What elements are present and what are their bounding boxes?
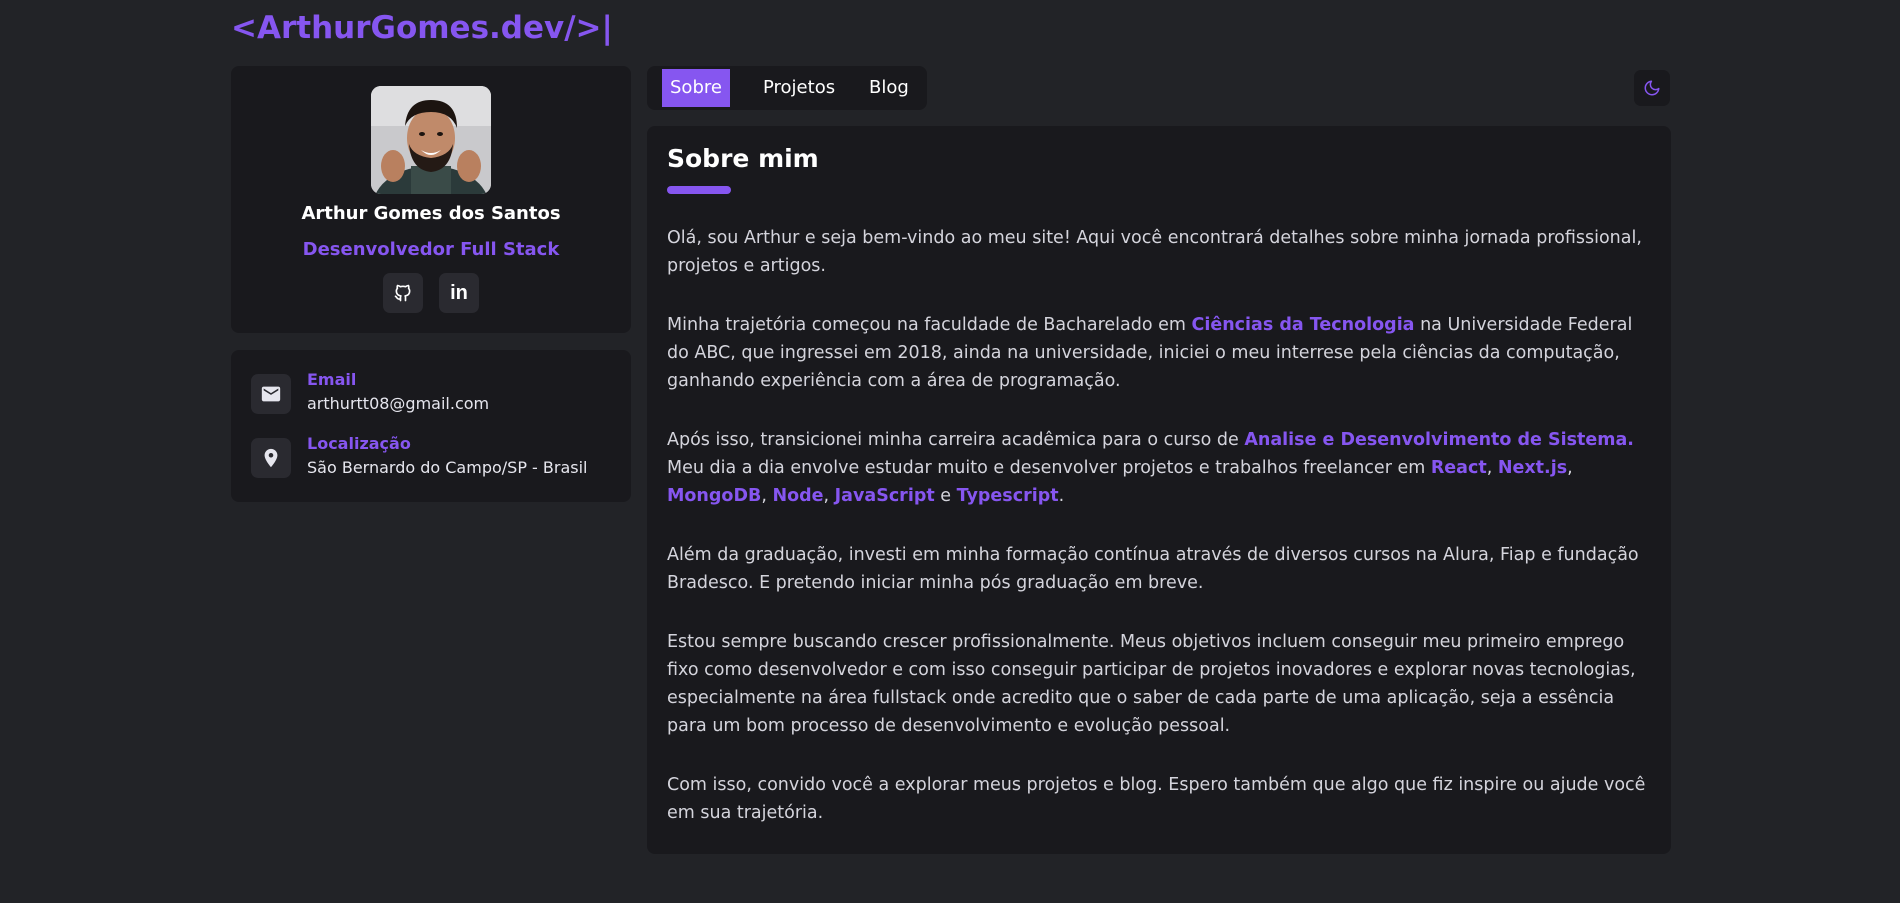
paragraph-goals: Estou sempre buscando crescer profission…	[667, 632, 1636, 736]
tech-nextjs: Next.js	[1497, 458, 1568, 478]
paragraph-career: Após isso, transicionei minha carreira a…	[667, 430, 1634, 506]
location-value: São Bernardo do Campo/SP - Brasil	[307, 458, 588, 477]
tech-react: React	[1430, 458, 1487, 478]
profile-card: Arthur Gomes dos Santos Desenvolvedor Fu…	[231, 66, 631, 333]
highlight-ciencias: Ciências da Tecnologia	[1191, 315, 1415, 335]
avatar-photo	[371, 86, 491, 194]
profile-role: Desenvolvedor Full Stack	[302, 239, 560, 260]
contact-card: Email arthurtt08@gmail.com Localização S…	[231, 350, 631, 502]
tech-node: Node	[772, 486, 824, 506]
tech-typescript: Typescript	[956, 486, 1059, 506]
paragraph-trajectory: Minha trajetória começou na faculdade de…	[667, 315, 1633, 391]
theme-toggle-button[interactable]	[1634, 70, 1670, 106]
title-underline	[667, 186, 731, 194]
linkedin-button[interactable]: in	[439, 273, 479, 313]
tab-projetos[interactable]: Projetos	[763, 69, 835, 107]
profile-name: Arthur Gomes dos Santos	[301, 203, 561, 224]
tab-sobre[interactable]: Sobre	[662, 69, 730, 107]
github-icon	[394, 284, 411, 302]
tech-mongodb: MongoDB	[667, 486, 762, 506]
linkedin-icon: in	[450, 281, 468, 304]
section-title: Sobre mim	[667, 144, 819, 173]
github-button[interactable]	[383, 273, 423, 313]
highlight-ads: Analise e Desenvolvimento de Sistema.	[1244, 430, 1634, 450]
paragraph-intro: Olá, sou Arthur e seja bem-vindo ao meu …	[667, 228, 1642, 276]
mail-icon	[251, 374, 291, 414]
moon-icon	[1644, 80, 1660, 96]
avatar	[371, 86, 491, 194]
location-pin-icon	[251, 438, 291, 478]
site-logo[interactable]: <ArthurGomes.dev/>|	[231, 8, 613, 48]
about-section: Sobre mim Olá, sou Arthur e seja bem-vin…	[647, 126, 1671, 854]
about-text: Olá, sou Arthur e seja bem-vindo ao meu …	[667, 224, 1657, 858]
paragraph-education: Além da graduação, investi em minha form…	[667, 545, 1639, 593]
location-label: Localização	[307, 434, 411, 453]
nav-tabs: Sobre Projetos Blog	[647, 66, 927, 110]
tab-blog[interactable]: Blog	[869, 69, 909, 107]
paragraph-closing: Com isso, convido você a explorar meus p…	[667, 775, 1646, 823]
tech-javascript: JavaScript	[834, 486, 935, 506]
email-label: Email	[307, 370, 357, 389]
email-value: arthurtt08@gmail.com	[307, 394, 490, 413]
